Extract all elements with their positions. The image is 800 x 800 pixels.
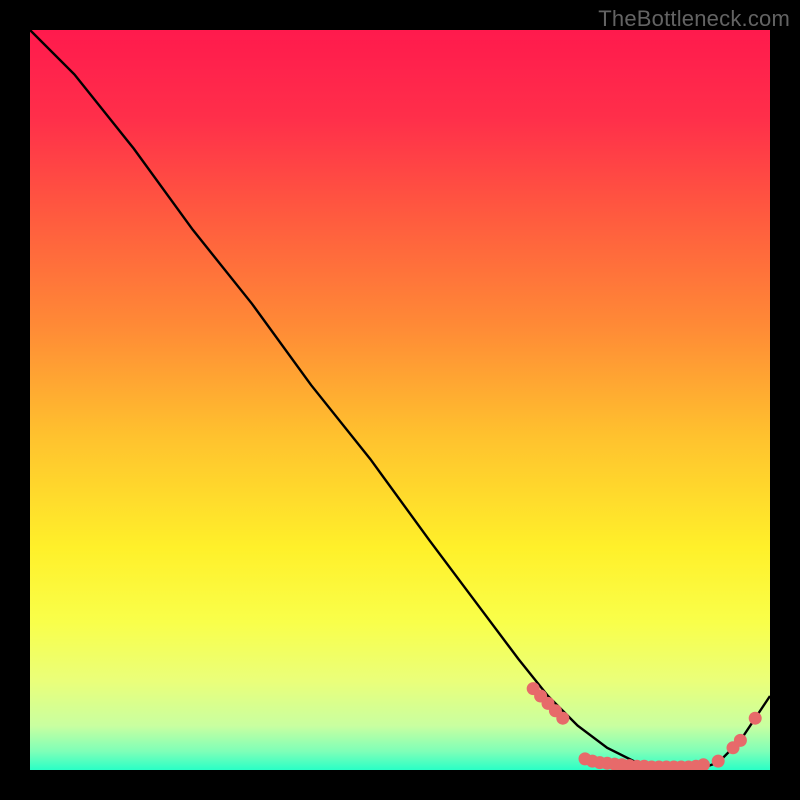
- bottleneck-curve: [30, 30, 770, 770]
- chart-frame: TheBottleneck.com: [0, 0, 800, 800]
- data-marker: [556, 712, 569, 725]
- plot-area: [30, 30, 770, 770]
- data-marker: [749, 712, 762, 725]
- chart-svg: [30, 30, 770, 770]
- data-marker: [734, 734, 747, 747]
- data-marker: [712, 755, 725, 768]
- marker-group: [527, 682, 762, 770]
- data-marker: [697, 758, 710, 770]
- watermark-text: TheBottleneck.com: [598, 6, 790, 32]
